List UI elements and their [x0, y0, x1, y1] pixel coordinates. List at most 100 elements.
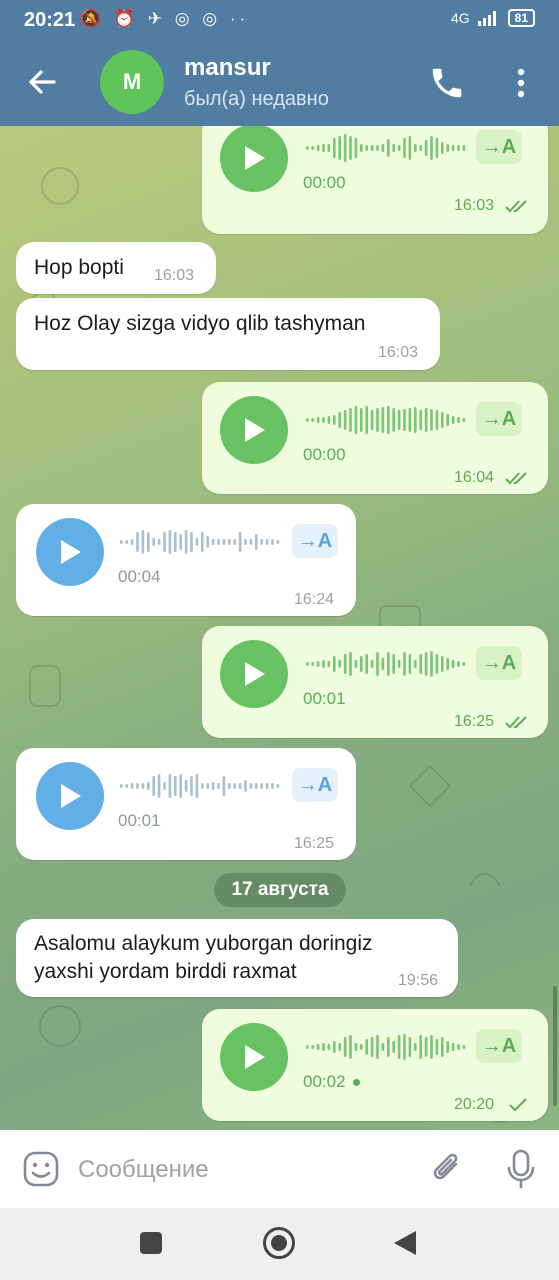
play-button[interactable]: [220, 640, 288, 708]
waveform-bar: [424, 140, 428, 156]
text-message[interactable]: Hop bopti 16:03: [16, 242, 216, 294]
voice-duration: 00:00: [303, 173, 346, 192]
waveform-bar: [338, 660, 341, 668]
waveform-bar: [365, 1039, 368, 1055]
waveform-bar: [125, 540, 128, 544]
transcribe-button[interactable]: →A: [292, 524, 338, 558]
waveform-bar: [424, 1037, 428, 1057]
voice-message[interactable]: →A 00:02 20:20: [202, 1009, 548, 1121]
waveform-bar: [211, 539, 215, 545]
more-vertical-icon[interactable]: [508, 64, 534, 102]
waveform-bar: [327, 144, 331, 152]
waveform-bar: [343, 134, 347, 162]
system-back-button[interactable]: [394, 1231, 416, 1255]
transcribe-button[interactable]: →A: [476, 130, 522, 164]
contact-name[interactable]: mansur: [184, 54, 271, 82]
voice-message[interactable]: →A 00:04 16:24: [16, 504, 356, 616]
waveform-bar: [211, 782, 215, 790]
microphone-icon[interactable]: [504, 1148, 538, 1190]
waveform-bar: [228, 539, 231, 545]
waveform-bar: [403, 409, 406, 431]
waveform-bar: [244, 780, 247, 792]
waveform-bar: [195, 774, 199, 798]
voice-message[interactable]: →A 00:01 16:25: [202, 626, 548, 738]
waveform-bar: [184, 780, 188, 792]
waveform-bar: [462, 418, 466, 422]
chat-header: M mansur был(а) недавно: [0, 40, 559, 126]
waveform-bar: [354, 1043, 358, 1051]
waveform-bar: [322, 1043, 325, 1051]
waveform-bar: [238, 532, 242, 552]
play-button[interactable]: [36, 518, 104, 586]
waveform-bar: [141, 530, 145, 554]
waveform-bar: [387, 139, 390, 157]
waveform-bar: [174, 532, 177, 552]
waveform-bar: [435, 1039, 439, 1055]
waveform-bar: [381, 407, 385, 433]
waveform-bar: [376, 408, 379, 432]
home-button[interactable]: [263, 1227, 295, 1259]
play-button[interactable]: [36, 762, 104, 830]
transcribe-button[interactable]: →A: [476, 1029, 522, 1063]
waveform-bar: [152, 776, 155, 796]
voice-message[interactable]: →A 00:00 16:04: [202, 382, 548, 494]
waveform-bar: [446, 658, 449, 670]
waveform-bar: [370, 660, 374, 668]
waveform-bar: [311, 146, 314, 150]
message-text-line-1: Asalomu alaykum yuborgan doringiz: [34, 932, 373, 955]
transcribe-button[interactable]: →A: [476, 646, 522, 680]
waveform-bar: [360, 144, 363, 152]
waveform-bar: [195, 538, 199, 546]
message-time: 19:56: [398, 972, 439, 989]
phone-icon[interactable]: [428, 64, 466, 102]
waveform-bar: [271, 783, 274, 789]
message-time: 16:03: [154, 267, 195, 284]
waveform-bar: [120, 540, 123, 544]
waveform-bar: [408, 136, 412, 160]
waveform-bar: [349, 136, 352, 160]
waveform-bar: [130, 783, 134, 789]
status-bar: 20:21 🔕 ⏰ ✈ ◎ ◎ ·· 4G 81: [0, 0, 559, 40]
waveform-bar: [190, 776, 193, 796]
waveform-bar: [360, 408, 363, 432]
network-label: 4G: [450, 10, 470, 26]
waveform-bar: [222, 776, 226, 796]
play-button[interactable]: [220, 126, 288, 192]
waveform-bar: [157, 539, 161, 545]
message-input[interactable]: [78, 1152, 408, 1188]
waveform-bar: [414, 144, 417, 152]
play-icon: [245, 662, 265, 686]
waveform-bar: [163, 782, 166, 790]
emoji-icon[interactable]: [22, 1150, 60, 1188]
avatar[interactable]: M: [100, 50, 164, 114]
play-icon: [61, 540, 81, 564]
unplayed-dot: [353, 1079, 360, 1086]
transcribe-button[interactable]: →A: [292, 768, 338, 802]
voice-message[interactable]: →A 00:00 16:03: [202, 126, 548, 234]
waveform-bar: [354, 138, 358, 158]
double-check-icon: [505, 716, 527, 729]
transcribe-button[interactable]: →A: [476, 402, 522, 436]
waveform-bar: [349, 408, 352, 432]
waveform-bar: [265, 539, 269, 545]
recent-apps-button[interactable]: [140, 1232, 162, 1254]
waveform-bar: [327, 1044, 331, 1050]
text-message[interactable]: Asalomu alaykum yuborgan doringiz yaxshi…: [16, 919, 458, 997]
scrollbar[interactable]: [553, 986, 557, 1106]
play-button[interactable]: [220, 1023, 288, 1091]
waveform-bar: [397, 660, 401, 668]
waveform-bar: [249, 783, 253, 789]
waveform-bar: [333, 1041, 336, 1053]
paperclip-icon[interactable]: [428, 1150, 466, 1188]
text-message[interactable]: Hoz Olay sizga vidyo qlib tashyman 16:03: [16, 298, 440, 370]
waveform-bar: [360, 1044, 363, 1050]
chat-area[interactable]: →A 00:00 16:03 Hop bopti 16:03 Hoz Olay …: [0, 126, 559, 1130]
waveform-bar: [446, 414, 449, 426]
waveform: [306, 406, 466, 434]
back-arrow-icon[interactable]: [22, 62, 62, 102]
waveform-bar: [136, 783, 139, 789]
waveform-bar: [322, 660, 325, 668]
voice-message[interactable]: →A 00:01 16:25: [16, 748, 356, 860]
play-button[interactable]: [220, 396, 288, 464]
waveform-bar: [233, 539, 236, 545]
